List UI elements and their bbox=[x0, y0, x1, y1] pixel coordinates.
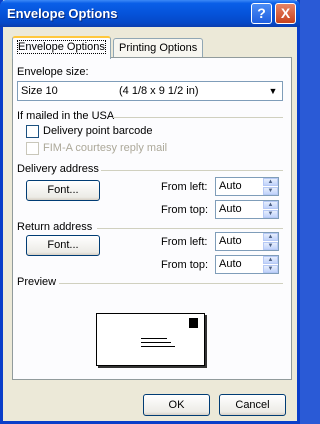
spin-down-icon[interactable]: ▼ bbox=[263, 187, 278, 195]
stamp-icon bbox=[189, 318, 198, 328]
tab-envelope-options-label: Envelope Options bbox=[17, 40, 106, 54]
fim-a-label: FIM-A courtesy reply mail bbox=[43, 142, 168, 154]
tab-printing-options-label: Printing Options bbox=[119, 42, 198, 54]
spin-up-icon[interactable]: ▲ bbox=[263, 256, 278, 264]
delivery-address-divider bbox=[101, 170, 283, 171]
tab-printing-options[interactable]: Printing Options bbox=[113, 38, 203, 58]
delivery-from-left-arrows: ▲ ▼ bbox=[263, 178, 278, 195]
return-from-left-value: Auto bbox=[219, 235, 242, 247]
ok-button-label: OK bbox=[168, 399, 185, 411]
return-from-top-value: Auto bbox=[219, 258, 242, 270]
usa-group-label: If mailed in the USA bbox=[17, 110, 115, 122]
envelope-preview[interactable] bbox=[96, 313, 205, 366]
return-from-top-label: From top: bbox=[161, 259, 209, 271]
spin-down-icon[interactable]: ▼ bbox=[263, 265, 278, 273]
ok-button[interactable]: OK bbox=[143, 394, 210, 416]
delivery-from-top-arrows: ▲ ▼ bbox=[263, 201, 278, 218]
delivery-from-top-value: Auto bbox=[219, 203, 242, 215]
delivery-from-left-spinner[interactable]: Auto ▲ ▼ bbox=[215, 177, 279, 196]
envelope-size-value: Size 10 bbox=[21, 85, 58, 97]
spin-up-icon[interactable]: ▲ bbox=[263, 233, 278, 241]
spin-down-icon[interactable]: ▼ bbox=[263, 210, 278, 218]
return-address-divider bbox=[97, 228, 283, 229]
title-bar[interactable]: Envelope Options ? X bbox=[0, 0, 300, 27]
chevron-down-icon[interactable]: ▼ bbox=[265, 83, 281, 99]
envelope-size-select[interactable]: Size 10 (4 1/8 x 9 1/2 in) ▼ bbox=[17, 81, 283, 101]
help-button[interactable]: ? bbox=[251, 3, 272, 24]
close-button[interactable]: X bbox=[275, 3, 296, 24]
return-font-button-label: Font... bbox=[47, 239, 79, 251]
address-line bbox=[141, 342, 171, 343]
envelope-size-label: Envelope size: bbox=[17, 66, 89, 78]
return-from-left-arrows: ▲ ▼ bbox=[263, 233, 278, 250]
return-address-label: Return address bbox=[17, 221, 93, 233]
return-from-left-spinner[interactable]: Auto ▲ ▼ bbox=[215, 232, 279, 251]
delivery-barcode-checkbox[interactable] bbox=[26, 125, 39, 138]
cancel-button[interactable]: Cancel bbox=[219, 394, 286, 416]
spin-up-icon[interactable]: ▲ bbox=[263, 178, 278, 186]
address-line bbox=[141, 346, 175, 347]
preview-label: Preview bbox=[17, 276, 57, 288]
fim-a-checkbox[interactable] bbox=[26, 142, 39, 155]
delivery-address-label: Delivery address bbox=[17, 163, 99, 175]
return-from-top-arrows: ▲ ▼ bbox=[263, 256, 278, 273]
usa-group-divider bbox=[113, 117, 283, 118]
tab-envelope-options[interactable]: Envelope Options bbox=[12, 36, 111, 59]
envelope-size-dimensions: (4 1/8 x 9 1/2 in) bbox=[119, 85, 199, 97]
preview-divider bbox=[59, 283, 283, 284]
delivery-font-button[interactable]: Font... bbox=[26, 180, 100, 201]
delivery-barcode-label: Delivery point barcode bbox=[43, 125, 153, 137]
delivery-from-left-label: From left: bbox=[161, 181, 208, 193]
return-font-button[interactable]: Font... bbox=[26, 235, 100, 256]
return-from-left-label: From left: bbox=[161, 236, 208, 248]
return-from-top-spinner[interactable]: Auto ▲ ▼ bbox=[215, 255, 279, 274]
delivery-from-top-label: From top: bbox=[161, 204, 209, 216]
address-line bbox=[141, 338, 167, 339]
window-title: Envelope Options bbox=[7, 6, 118, 21]
cancel-button-label: Cancel bbox=[235, 399, 270, 411]
spin-down-icon[interactable]: ▼ bbox=[263, 242, 278, 250]
delivery-from-top-spinner[interactable]: Auto ▲ ▼ bbox=[215, 200, 279, 219]
envelope-options-dialog: Envelope Options ? X Envelope Options Pr… bbox=[0, 0, 300, 424]
delivery-from-left-value: Auto bbox=[219, 180, 242, 192]
spin-up-icon[interactable]: ▲ bbox=[263, 201, 278, 209]
delivery-font-button-label: Font... bbox=[47, 184, 79, 196]
